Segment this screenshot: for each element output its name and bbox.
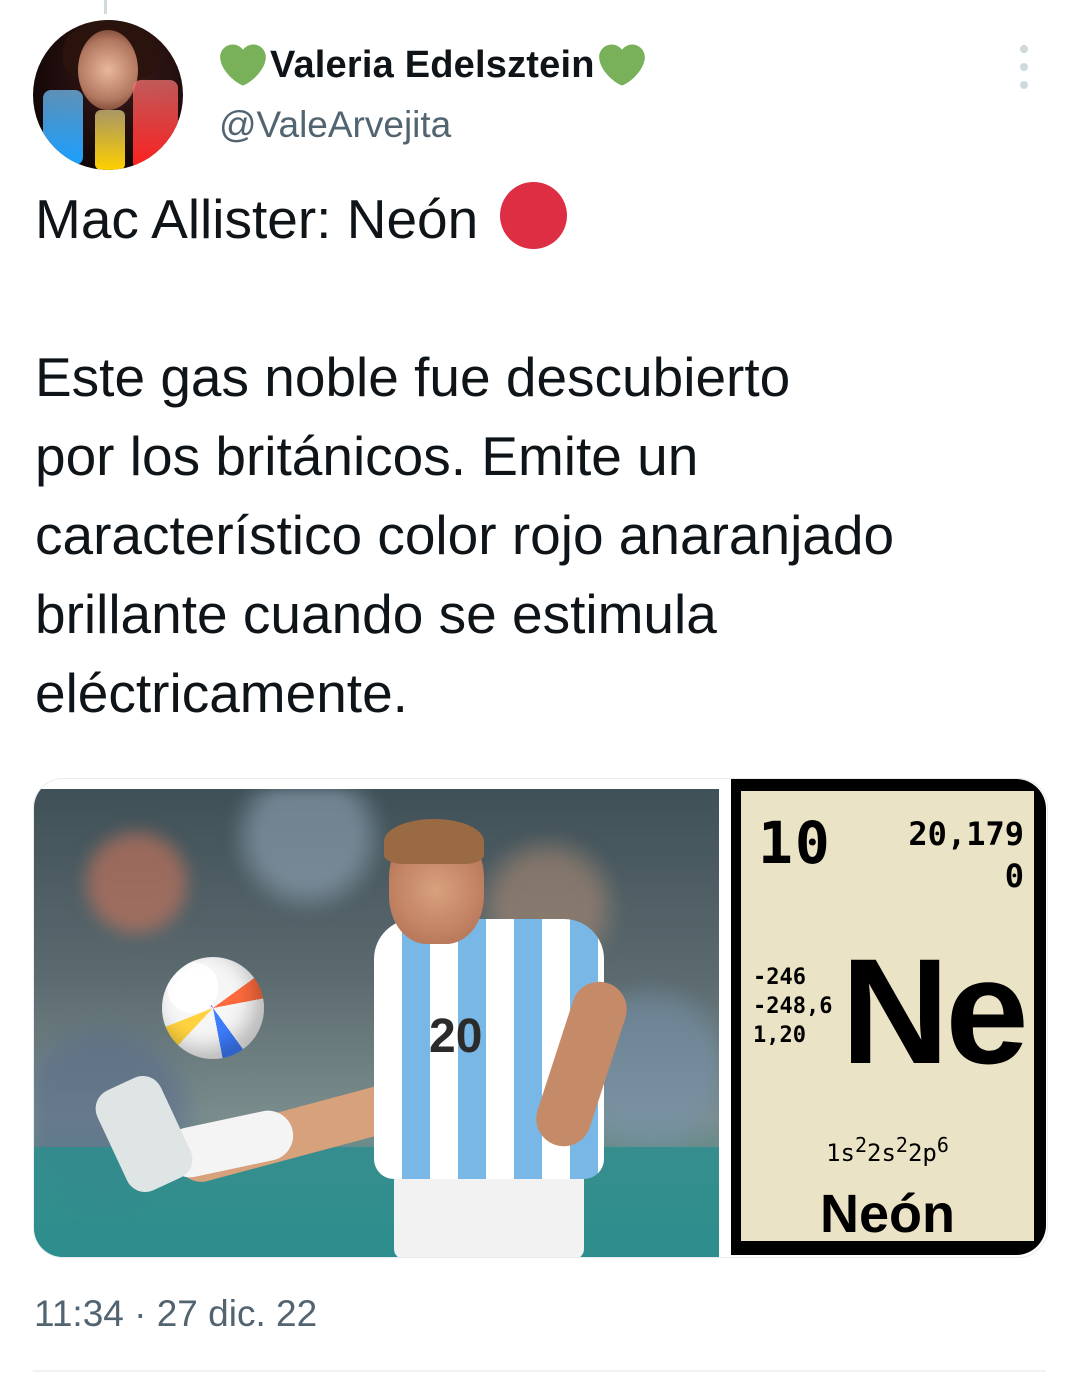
tweet-heading: Mac Allister: Neón: [35, 180, 1045, 259]
player-hair: [384, 819, 484, 864]
divider: [33, 1370, 1046, 1372]
author-handle[interactable]: @ValeArvejita: [219, 104, 451, 146]
oxidation-state: 0: [1004, 857, 1024, 895]
atomic-mass: 20,179: [908, 815, 1024, 853]
element-card-inner: 10 20,179 0 -246 -248,6 1,20 Ne 1s22s22p…: [741, 791, 1034, 1244]
more-dot-icon: [1020, 81, 1028, 89]
football-ball: [162, 957, 264, 1059]
green-heart-icon: [220, 44, 266, 86]
tweet-body-line: brillante cuando se estimula: [35, 583, 717, 645]
football-player-photo[interactable]: 20: [34, 789, 719, 1257]
avatar[interactable]: [33, 20, 183, 170]
avatar-test-tube-blue: [43, 90, 83, 165]
more-dot-icon: [1020, 63, 1028, 71]
boiling-point: -248,6: [753, 994, 833, 1019]
atomic-mass-block: 20,179 0: [908, 813, 1024, 897]
tweet-body-line: característico color rojo anaranjado: [35, 504, 895, 566]
tweet-timestamp[interactable]: 11:34 · 27 dic. 22: [34, 1293, 317, 1335]
density: 1,20: [753, 1023, 806, 1048]
config-exponent: 2: [895, 1133, 908, 1157]
element-properties: -246 -248,6 1,20: [753, 963, 832, 1050]
melting-point: -246: [753, 965, 806, 990]
tweet-body-line: Este gas noble fue descubierto: [35, 346, 791, 408]
thread-line: [104, 0, 107, 14]
author-name-row[interactable]: Valeria Edelsztein: [220, 42, 645, 88]
avatar-test-tube-yellow: [95, 110, 125, 170]
author-name: Valeria Edelsztein: [270, 43, 595, 86]
red-circle-icon: [499, 182, 567, 249]
player-shorts: [394, 1169, 584, 1257]
config-orbital: 1s: [826, 1139, 855, 1167]
config-exponent: 2: [854, 1133, 868, 1157]
green-heart-icon: [598, 44, 645, 86]
config-exponent: 6: [936, 1133, 949, 1157]
jersey-number: 20: [429, 1010, 483, 1063]
more-options-button[interactable]: [1010, 45, 1038, 89]
tweet-heading-text: Mac Allister: Neón: [35, 188, 479, 250]
electron-configuration: 1s22s22p6: [741, 1133, 1034, 1167]
element-symbol: Ne: [841, 927, 1029, 1095]
more-dot-icon: [1020, 45, 1028, 53]
media-grid: 20 10 20,179 0 -246 -248,6 1,20 Ne 1s22s…: [33, 778, 1048, 1258]
tweet-body-line: por los británicos. Emite un: [35, 425, 699, 487]
config-orbital: 2p: [907, 1139, 937, 1167]
config-orbital: 2s: [867, 1139, 896, 1167]
atomic-number: 10: [758, 809, 832, 877]
periodic-element-card[interactable]: 10 20,179 0 -246 -248,6 1,20 Ne 1s22s22p…: [731, 779, 1046, 1255]
element-name: Neón: [820, 1184, 955, 1244]
tweet-body-line: eléctricamente.: [35, 662, 408, 724]
avatar-test-tube-red: [133, 80, 178, 170]
tweet-text: Mac Allister: Neón Este gas noble fue de…: [35, 180, 1045, 733]
avatar-face: [78, 30, 138, 110]
